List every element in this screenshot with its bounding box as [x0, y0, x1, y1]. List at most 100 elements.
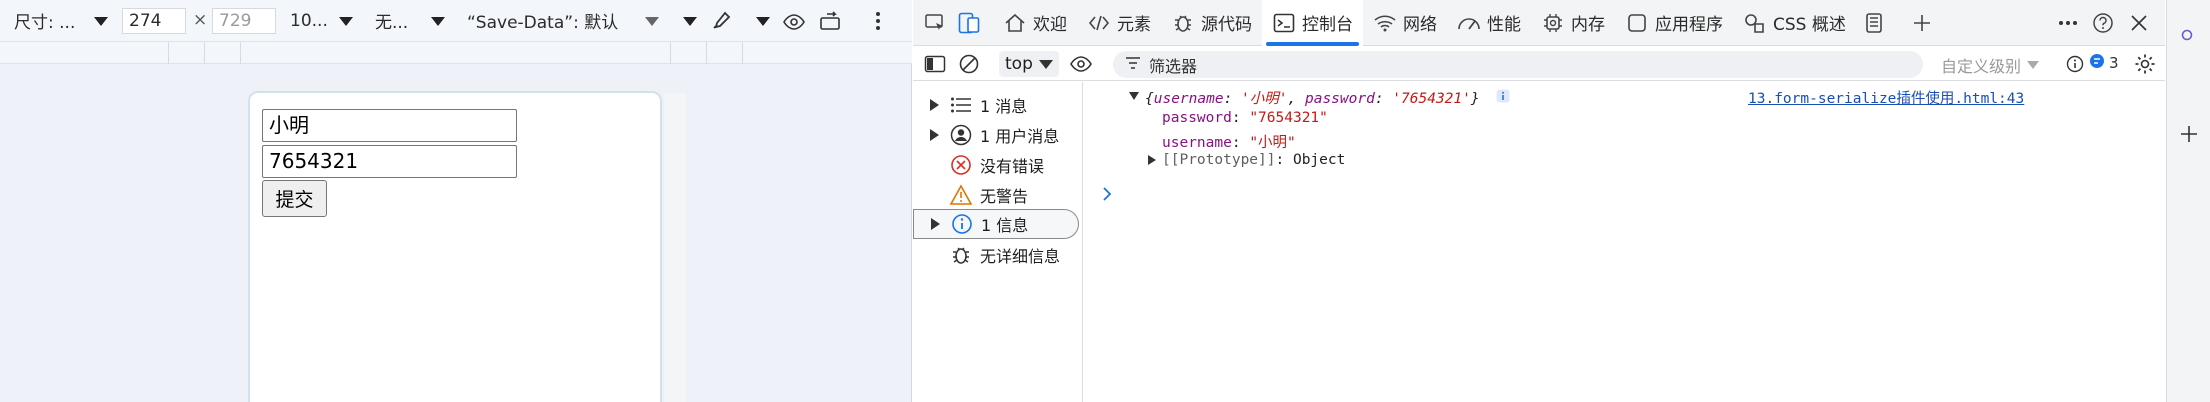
- tab-welcome[interactable]: 欢迎: [993, 0, 1077, 46]
- search-icon[interactable]: [2181, 28, 2195, 42]
- sidebar-toggle-icon[interactable]: [923, 52, 947, 76]
- ruler-tick: [706, 42, 707, 64]
- help-icon[interactable]: [2091, 11, 2115, 35]
- filter-icon: [1125, 55, 1141, 74]
- sidebar-item-label: 1 信息: [981, 216, 1029, 235]
- tab-label: 欢迎: [1033, 15, 1067, 35]
- tab-console[interactable]: 控制台: [1262, 0, 1363, 46]
- tab-sources[interactable]: 源代码: [1161, 0, 1262, 46]
- submit-button[interactable]: 提交: [262, 180, 327, 217]
- filter-input[interactable]: 筛选器: [1113, 51, 1923, 78]
- tab-label: 性能: [1487, 15, 1521, 35]
- sidebar-item-errors[interactable]: 没有错误: [913, 150, 1079, 180]
- colon: :: [1231, 110, 1241, 126]
- height-input[interactable]: 729: [212, 8, 276, 34]
- colon: :: [1374, 91, 1384, 107]
- chip-icon: [1541, 11, 1565, 35]
- expand-arrow-icon[interactable]: [930, 129, 939, 141]
- throttle-select[interactable]: 无...: [375, 0, 408, 42]
- warning-icon: [949, 183, 973, 207]
- object-property: username: "小明": [1162, 131, 1296, 152]
- live-expression-eye-icon[interactable]: [1069, 52, 1093, 76]
- sidebar-item-warnings[interactable]: 无警告: [913, 180, 1079, 210]
- tab-memory[interactable]: 内存: [1531, 0, 1615, 46]
- info-badge-icon[interactable]: [1496, 89, 1510, 107]
- expand-arrow-icon[interactable]: [931, 218, 940, 230]
- tab-performance[interactable]: 性能: [1447, 0, 1531, 46]
- sidebar-item-label: 无详细信息: [980, 247, 1061, 266]
- clear-console-icon[interactable]: [957, 52, 981, 76]
- console-prompt-icon[interactable]: [1101, 186, 1113, 206]
- prototype-property[interactable]: [[Prototype]]: Object: [1162, 152, 1345, 168]
- chevron-down-icon[interactable]: [756, 17, 770, 26]
- sidebar-item-label: 1 用户消息: [980, 127, 1060, 146]
- property-value: Object: [1292, 152, 1346, 168]
- info-icon: [950, 212, 974, 236]
- toggle-panel-icon[interactable]: [1862, 11, 1886, 35]
- brace: }: [1470, 91, 1480, 107]
- tab-elements[interactable]: 元素: [1077, 0, 1161, 46]
- colon: :: [1223, 91, 1233, 107]
- chevron-down-icon[interactable]: [645, 17, 659, 26]
- comma: ,: [1287, 91, 1297, 107]
- context-label: top: [1005, 54, 1033, 74]
- tab-network[interactable]: 网络: [1363, 0, 1447, 46]
- chevron-down-icon[interactable]: [431, 17, 445, 26]
- chevron-down-icon[interactable]: [94, 17, 108, 26]
- summary-key: username: [1153, 91, 1224, 107]
- width-input[interactable]: 274: [122, 8, 186, 34]
- eyedropper-icon[interactable]: [708, 8, 734, 34]
- gauge-icon: [1457, 11, 1481, 35]
- collapse-arrow-icon[interactable]: [1128, 89, 1140, 105]
- verbose-bug-icon: [949, 243, 973, 267]
- viewport-scrollbar[interactable]: [664, 93, 686, 402]
- dimensions-select[interactable]: 尺寸: ...: [14, 0, 75, 42]
- inspect-element-icon[interactable]: [923, 11, 947, 35]
- tab-label: 元素: [1117, 15, 1151, 35]
- more-horizontal-icon[interactable]: [2056, 11, 2080, 35]
- source-link[interactable]: 13.form-serialize插件使用.html:43: [1748, 87, 2024, 108]
- gear-icon[interactable]: [2133, 52, 2157, 76]
- chevron-down-icon[interactable]: [339, 17, 353, 26]
- tab-css-overview[interactable]: CSS 概述: [1733, 0, 1856, 46]
- tab-application[interactable]: 应用程序: [1615, 0, 1733, 46]
- eye-icon[interactable]: [781, 9, 807, 35]
- zoom-select[interactable]: 10...: [290, 0, 328, 42]
- rotate-icon[interactable]: [817, 8, 845, 34]
- log-level-select[interactable]: 自定义级别: [1933, 51, 2055, 78]
- app-icon: [1625, 11, 1649, 35]
- edge-sidebar: [2166, 0, 2210, 402]
- object-summary[interactable]: {username: '小明', password: '7654321'}: [1145, 87, 1480, 108]
- zoom-label: 10...: [290, 10, 328, 31]
- sidebar-item-user-messages[interactable]: 1 用户消息: [913, 120, 1079, 150]
- css-overview-icon: [1743, 11, 1767, 35]
- add-icon[interactable]: [2179, 124, 2199, 144]
- sidebar-item-messages[interactable]: 1 消息: [913, 90, 1079, 120]
- more-vertical-icon[interactable]: [868, 8, 888, 34]
- close-icon[interactable]: [2127, 11, 2151, 35]
- console-toolbar: top 筛选器 自定义级别 3: [913, 47, 2165, 81]
- username-input[interactable]: 小明: [262, 109, 517, 142]
- info-icon[interactable]: [2063, 52, 2087, 76]
- sidebar-item-info[interactable]: 1 信息: [913, 209, 1079, 239]
- summary-key: password: [1304, 91, 1375, 107]
- password-input[interactable]: 7654321: [262, 145, 517, 178]
- sidebar-item-verbose[interactable]: 无详细信息: [913, 240, 1079, 270]
- terminal-icon: [1272, 11, 1296, 35]
- ruler-tick: [742, 42, 743, 64]
- bug-icon: [1171, 11, 1195, 35]
- expand-arrow-icon[interactable]: [930, 99, 939, 111]
- add-tab-icon[interactable]: [1910, 11, 1934, 35]
- error-icon: [949, 153, 973, 177]
- brace: {: [1145, 91, 1154, 107]
- chevron-down-icon[interactable]: [683, 17, 697, 26]
- issues-counter[interactable]: 3: [2089, 53, 2119, 73]
- ruler-tick: [240, 42, 241, 64]
- list-icon: [949, 93, 973, 117]
- save-data-select[interactable]: “Save-Data”: 默认: [467, 0, 618, 42]
- device-toolbar-icon[interactable]: [957, 11, 981, 35]
- context-select[interactable]: top: [999, 51, 1059, 77]
- tab-label: 网络: [1403, 15, 1437, 35]
- media-query-ruler: [0, 42, 912, 64]
- expand-arrow-icon[interactable]: [1147, 154, 1157, 170]
